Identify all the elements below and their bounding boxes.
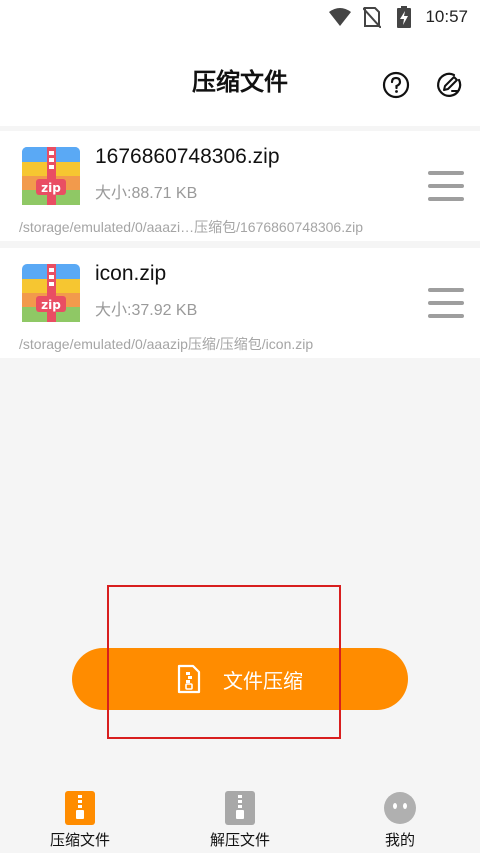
zip-file-icon: zip xyxy=(22,147,80,205)
compress-tab-icon xyxy=(65,791,95,825)
file-path: /storage/emulated/0/aaazip压缩/压缩包/icon.zi… xyxy=(19,336,314,352)
file-path: /storage/emulated/0/aaazi…压缩包/1676860748… xyxy=(19,219,363,235)
zip-file-icon: zip xyxy=(22,264,80,322)
compress-button-label: 文件压缩 xyxy=(223,668,303,693)
edit-icon xyxy=(437,72,462,97)
file-size: 大小:37.92 KB xyxy=(95,302,198,319)
file-list-item[interactable]: zip 1676860748306.zip 大小:88.71 KB /stora… xyxy=(0,131,480,241)
status-time: 10:57 xyxy=(425,7,468,26)
svg-text:zip: zip xyxy=(41,181,61,195)
battery-charging-icon xyxy=(393,6,415,28)
no-sim-icon xyxy=(361,6,383,28)
file-name: 1676860748306.zip xyxy=(95,145,280,168)
zip-document-icon xyxy=(177,664,201,694)
nav-label: 我的 xyxy=(384,831,415,849)
nav-item-extract[interactable]: 解压文件 xyxy=(160,775,320,853)
help-icon xyxy=(382,71,410,99)
nav-item-profile[interactable]: 我的 xyxy=(320,775,480,853)
nav-label: 解压文件 xyxy=(209,831,270,849)
file-list-item[interactable]: zip icon.zip 大小:37.92 KB /storage/emulat… xyxy=(0,248,480,358)
drag-handle-icon[interactable] xyxy=(428,288,464,318)
drag-handle-icon[interactable] xyxy=(428,171,464,201)
file-name: icon.zip xyxy=(95,262,167,285)
file-size: 大小:88.71 KB xyxy=(95,185,198,202)
nav-label: 压缩文件 xyxy=(49,831,110,849)
wifi-icon xyxy=(329,6,352,28)
svg-text:zip: zip xyxy=(41,298,61,312)
extract-tab-icon xyxy=(225,791,255,825)
status-bar: 10:57 xyxy=(0,0,480,34)
nav-item-compress[interactable]: 压缩文件 xyxy=(0,775,160,853)
app-header: 压缩文件 xyxy=(0,34,480,126)
edit-button[interactable] xyxy=(434,70,464,100)
profile-tab-icon xyxy=(384,792,416,824)
help-button[interactable] xyxy=(381,70,411,100)
compress-file-button[interactable]: 文件压缩 xyxy=(72,648,408,710)
bottom-nav: 压缩文件 解压文件 我的 xyxy=(0,775,480,853)
